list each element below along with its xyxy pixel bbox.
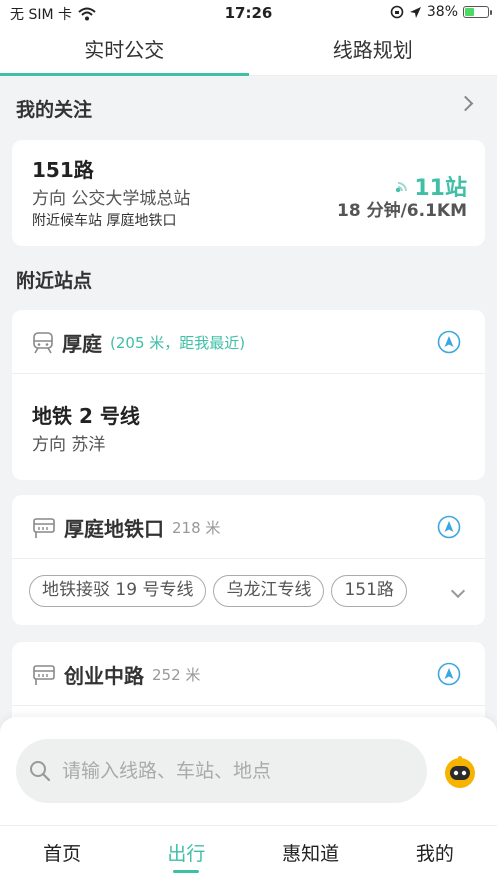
nav-home[interactable]: 首页 [0, 826, 124, 883]
divider [12, 705, 485, 706]
route-chip[interactable]: 151路 [331, 575, 407, 607]
location-arrow-icon [409, 6, 421, 18]
station-distance: (205 米，距我最近) [110, 334, 246, 352]
tab-realtime-bus[interactable]: 实时公交 [0, 26, 249, 76]
route-chips: 地铁接驳 19 号专线 乌龙江专线 151路 [29, 575, 407, 607]
route-direction: 方向 公交大学城总站 [32, 189, 191, 209]
route-chip[interactable]: 乌龙江专线 [213, 575, 325, 607]
divider [12, 558, 485, 559]
tab-route-planning[interactable]: 线路规划 [249, 26, 497, 75]
nav-huizhidao[interactable]: 惠知道 [249, 826, 373, 883]
station-card[interactable]: 厚庭地铁口 218 米 地铁接驳 19 号专线 乌龙江专线 151路 [12, 495, 485, 625]
battery-icon [463, 6, 492, 18]
realtime-signal-icon [396, 182, 408, 193]
nearby-stop: 附近候车站 厚庭地铁口 [32, 213, 177, 229]
search-input[interactable] [62, 753, 412, 789]
bus-stop-icon [33, 517, 55, 538]
nearby-title: 附近站点 [16, 270, 93, 292]
eta-distance: 18 分钟/6.1KM [337, 201, 467, 221]
status-bar: 无 SIM 卡 17:26 38% [0, 0, 497, 26]
chevron-right-icon[interactable] [457, 95, 474, 112]
navigate-icon[interactable] [437, 662, 461, 686]
station-distance: 218 米 [172, 519, 221, 537]
search-icon [30, 761, 51, 782]
screen-lock-icon [390, 5, 404, 19]
navigate-icon[interactable] [437, 330, 461, 354]
bus-stop-icon [33, 664, 55, 685]
search-box[interactable] [16, 739, 427, 803]
route-chip[interactable]: 地铁接驳 19 号专线 [29, 575, 207, 607]
line-direction: 方向 苏洋 [32, 435, 106, 455]
line-name: 地铁 2 号线 [32, 404, 140, 428]
battery-percent: 38% [426, 4, 458, 20]
top-tabs: 实时公交 线路规划 [0, 26, 497, 76]
subway-icon [33, 331, 53, 353]
favorites-title: 我的关注 [16, 99, 93, 121]
divider [12, 373, 485, 374]
station-name: 创业中路 [64, 664, 144, 688]
route-name: 151路 [32, 158, 94, 182]
station-name: 厚庭 [62, 332, 102, 356]
chevron-down-icon[interactable] [450, 583, 466, 599]
station-name: 厚庭地铁口 [64, 517, 164, 541]
bottom-nav: 首页 出行 惠知道 我的 [0, 825, 497, 883]
station-distance: 252 米 [152, 666, 201, 684]
nav-travel[interactable]: 出行 [124, 826, 248, 883]
favorite-route-card[interactable]: 151路 方向 公交大学城总站 附近候车站 厚庭地铁口 11站 18 分钟/6.… [12, 140, 485, 246]
assistant-robot-icon[interactable] [442, 754, 478, 790]
nav-mine[interactable]: 我的 [373, 826, 497, 883]
search-panel [0, 717, 497, 825]
station-card[interactable]: 厚庭 (205 米，距我最近) 地铁 2 号线 方向 苏洋 [12, 310, 485, 480]
navigate-icon[interactable] [437, 515, 461, 539]
